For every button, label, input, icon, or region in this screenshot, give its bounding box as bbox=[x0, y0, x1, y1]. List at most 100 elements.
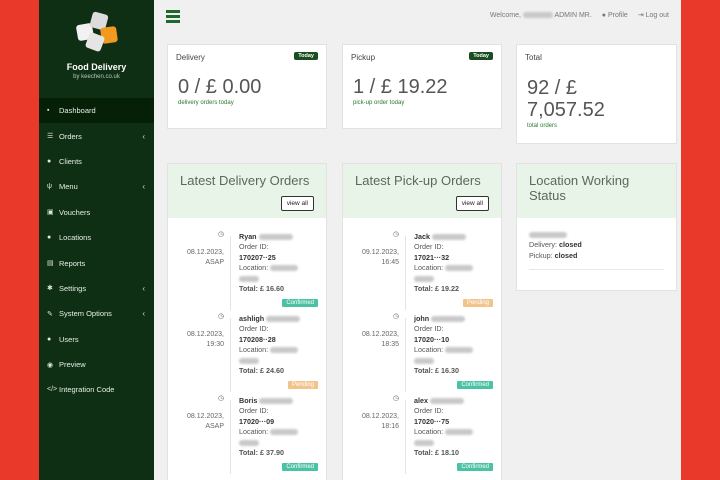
order-date: 08.12.2023, 19:30 bbox=[187, 331, 224, 348]
pickup-stat-sub: pick-up order today bbox=[353, 100, 405, 106]
order-item[interactable]: ◷ 08.12.2023, 18:35 john Order ID: 17020·… bbox=[343, 310, 501, 392]
order-id: 170207··25 bbox=[239, 252, 276, 262]
sidebar-item-label: Vouchers bbox=[59, 207, 91, 217]
sidebar-item-system-options[interactable]: ✎ System Options ‹ bbox=[39, 301, 154, 326]
order-date: 08.12.2023, ASAP bbox=[187, 249, 224, 266]
sidebar-item-label: Settings bbox=[59, 283, 87, 293]
order-item[interactable]: ◷ 08.12.2023, 19:30 ashligh Order ID: 170… bbox=[168, 310, 326, 392]
cogs-icon: ✱ bbox=[47, 285, 53, 293]
users-icon: ● bbox=[47, 335, 52, 343]
location-working-status-panel: Location Working Status Delivery: closed… bbox=[516, 163, 677, 291]
sidebar-item-label: Orders bbox=[59, 131, 82, 141]
clock-icon: ◷ bbox=[393, 231, 400, 238]
latest-delivery-orders-panel: Latest Delivery Orders view all ◷ 08.12.… bbox=[167, 163, 327, 480]
logout-icon: ⇥ bbox=[637, 12, 644, 19]
chevron-left-icon: ‹ bbox=[142, 182, 145, 192]
today-badge: Today bbox=[294, 52, 318, 60]
order-date: 08.12.2023, 18:35 bbox=[362, 331, 399, 348]
order-item[interactable]: ◷ 08.12.2023, ASAP Boris Order ID: 17020·… bbox=[168, 392, 326, 474]
panel-title: Latest Delivery Orders bbox=[180, 173, 310, 188]
customer-name: alex bbox=[414, 396, 473, 406]
status-badge: Confirmed bbox=[282, 299, 318, 307]
sidebar-item-label: Clients bbox=[59, 156, 82, 166]
code-icon: </> bbox=[47, 386, 58, 394]
hamburger-menu-icon[interactable] bbox=[166, 10, 180, 25]
sidebar-item-preview[interactable]: ◉ Preview bbox=[39, 352, 154, 377]
logout-link[interactable]: ⇥ Log out bbox=[638, 11, 669, 19]
sidebar-item-settings[interactable]: ✱ Settings ‹ bbox=[39, 276, 154, 301]
order-total: Total: £ 37.90 bbox=[239, 448, 285, 458]
panel-title: Location Working Status bbox=[529, 173, 630, 203]
order-location: Location: bbox=[239, 345, 300, 355]
customer-name: Boris bbox=[239, 396, 298, 406]
view-all-button[interactable]: view all bbox=[455, 196, 489, 211]
list-icon: ☰ bbox=[47, 133, 54, 141]
user-icon: ● bbox=[47, 157, 52, 165]
clock-icon: ◷ bbox=[218, 231, 225, 238]
order-item[interactable]: ◷ 08.12.2023, 18:16 alex Order ID: 17020·… bbox=[343, 392, 501, 474]
brand: Food Delivery by keechen.co.uk bbox=[39, 0, 154, 98]
total-stat-value: 92 / £ 7,057.52 bbox=[527, 77, 605, 121]
sidebar-item-label: Preview bbox=[59, 360, 86, 370]
order-total: Total: £ 16.30 bbox=[414, 366, 460, 376]
status-badge: Pending bbox=[462, 299, 493, 307]
profile-link[interactable]: ● Profile bbox=[602, 12, 628, 19]
order-date: 09.12.2023, 16:45 bbox=[362, 249, 399, 266]
chevron-left-icon: ‹ bbox=[142, 283, 145, 293]
sidebar-item-locations[interactable]: ● Locations bbox=[39, 225, 154, 250]
today-badge: Today bbox=[469, 52, 493, 60]
eye-icon: ◉ bbox=[47, 361, 54, 369]
brand-title: Food Delivery bbox=[66, 62, 127, 72]
top-right-menu: Welcome, ADMIN MR. ● Profile ⇥ Log out bbox=[489, 11, 669, 20]
order-location: Location: bbox=[414, 427, 474, 437]
sidebar-item-clients[interactable]: ● Clients bbox=[39, 149, 154, 174]
order-total: Total: £ 24.60 bbox=[239, 366, 285, 376]
delivery-status: Delivery: closed bbox=[529, 240, 582, 250]
view-all-button[interactable]: view all bbox=[280, 196, 314, 211]
pickup-status: Pickup: closed bbox=[529, 250, 578, 260]
sidebar-item-label: Reports bbox=[59, 258, 86, 268]
sidebar-item-label: System Options bbox=[59, 309, 112, 319]
latest-pickup-orders-panel: Latest Pick-up Orders view all ◷ 09.12.2… bbox=[342, 163, 502, 480]
dashboard-icon: ▪ bbox=[47, 107, 50, 115]
puzzle-logo-icon bbox=[74, 10, 120, 56]
order-total: Total: £ 19.22 bbox=[414, 284, 460, 294]
copy-icon: ▤ bbox=[47, 260, 54, 268]
brand-subtitle: by keechen.co.uk bbox=[73, 74, 120, 80]
order-location: Location: bbox=[239, 427, 299, 437]
clock-icon: ◷ bbox=[393, 395, 400, 402]
customer-name: john bbox=[414, 314, 473, 324]
customer-name: ashligh bbox=[239, 314, 301, 324]
sidebar-item-vouchers[interactable]: ▣ Vouchers bbox=[39, 200, 154, 225]
welcome-text: Welcome, ADMIN MR. bbox=[489, 11, 592, 19]
chevron-left-icon: ‹ bbox=[142, 309, 145, 319]
sidebar-item-integration-code[interactable]: </> Integration Code bbox=[39, 377, 154, 402]
sidebar-item-reports[interactable]: ▤ Reports bbox=[39, 250, 154, 275]
order-date: 08.12.2023, ASAP bbox=[187, 413, 224, 430]
order-id: 170208··28 bbox=[239, 334, 276, 344]
sidebar-item-users[interactable]: ● Users bbox=[39, 327, 154, 352]
fork-knife-icon: ψ bbox=[47, 183, 52, 191]
order-id: 17021···32 bbox=[414, 252, 450, 262]
location-status-body: Delivery: closed Pickup: closed bbox=[517, 218, 676, 282]
sidebar-item-orders[interactable]: ☰ Orders ‹ bbox=[39, 123, 154, 148]
sidebar-item-label: Dashboard bbox=[59, 106, 96, 116]
sidebar-item-menu[interactable]: ψ Menu ‹ bbox=[39, 174, 154, 199]
sidebar: Food Delivery by keechen.co.uk ▪ Dashboa… bbox=[39, 0, 154, 480]
chevron-left-icon: ‹ bbox=[142, 131, 145, 141]
order-total: Total: £ 18.10 bbox=[414, 448, 460, 458]
order-item[interactable]: ◷ 09.12.2023, 16:45 Jack Order ID: 17021·… bbox=[343, 228, 501, 310]
customer-name: Jack bbox=[414, 232, 473, 242]
status-badge: Confirmed bbox=[457, 381, 493, 389]
wrench-icon: ✎ bbox=[47, 310, 53, 318]
pickup-stat-card: Pickup Today 1 / £ 19.22 pick-up order t… bbox=[342, 44, 502, 129]
pickup-stat-value: 1 / £ 19.22 bbox=[353, 76, 448, 98]
sidebar-nav: ▪ Dashboard ☰ Orders ‹ ● Clients ψ Menu ‹… bbox=[39, 98, 154, 403]
order-item[interactable]: ◷ 08.12.2023, ASAP Ryan Order ID: 170207·… bbox=[168, 228, 326, 310]
delivery-stat-value: 0 / £ 0.00 bbox=[178, 76, 262, 98]
delivery-stat-sub: delivery orders today bbox=[178, 100, 234, 106]
main-content: Welcome, ADMIN MR. ● Profile ⇥ Log out D… bbox=[154, 0, 681, 480]
sidebar-item-label: Locations bbox=[59, 233, 92, 243]
clock-icon: ◷ bbox=[218, 313, 225, 320]
sidebar-item-dashboard[interactable]: ▪ Dashboard bbox=[39, 98, 154, 124]
